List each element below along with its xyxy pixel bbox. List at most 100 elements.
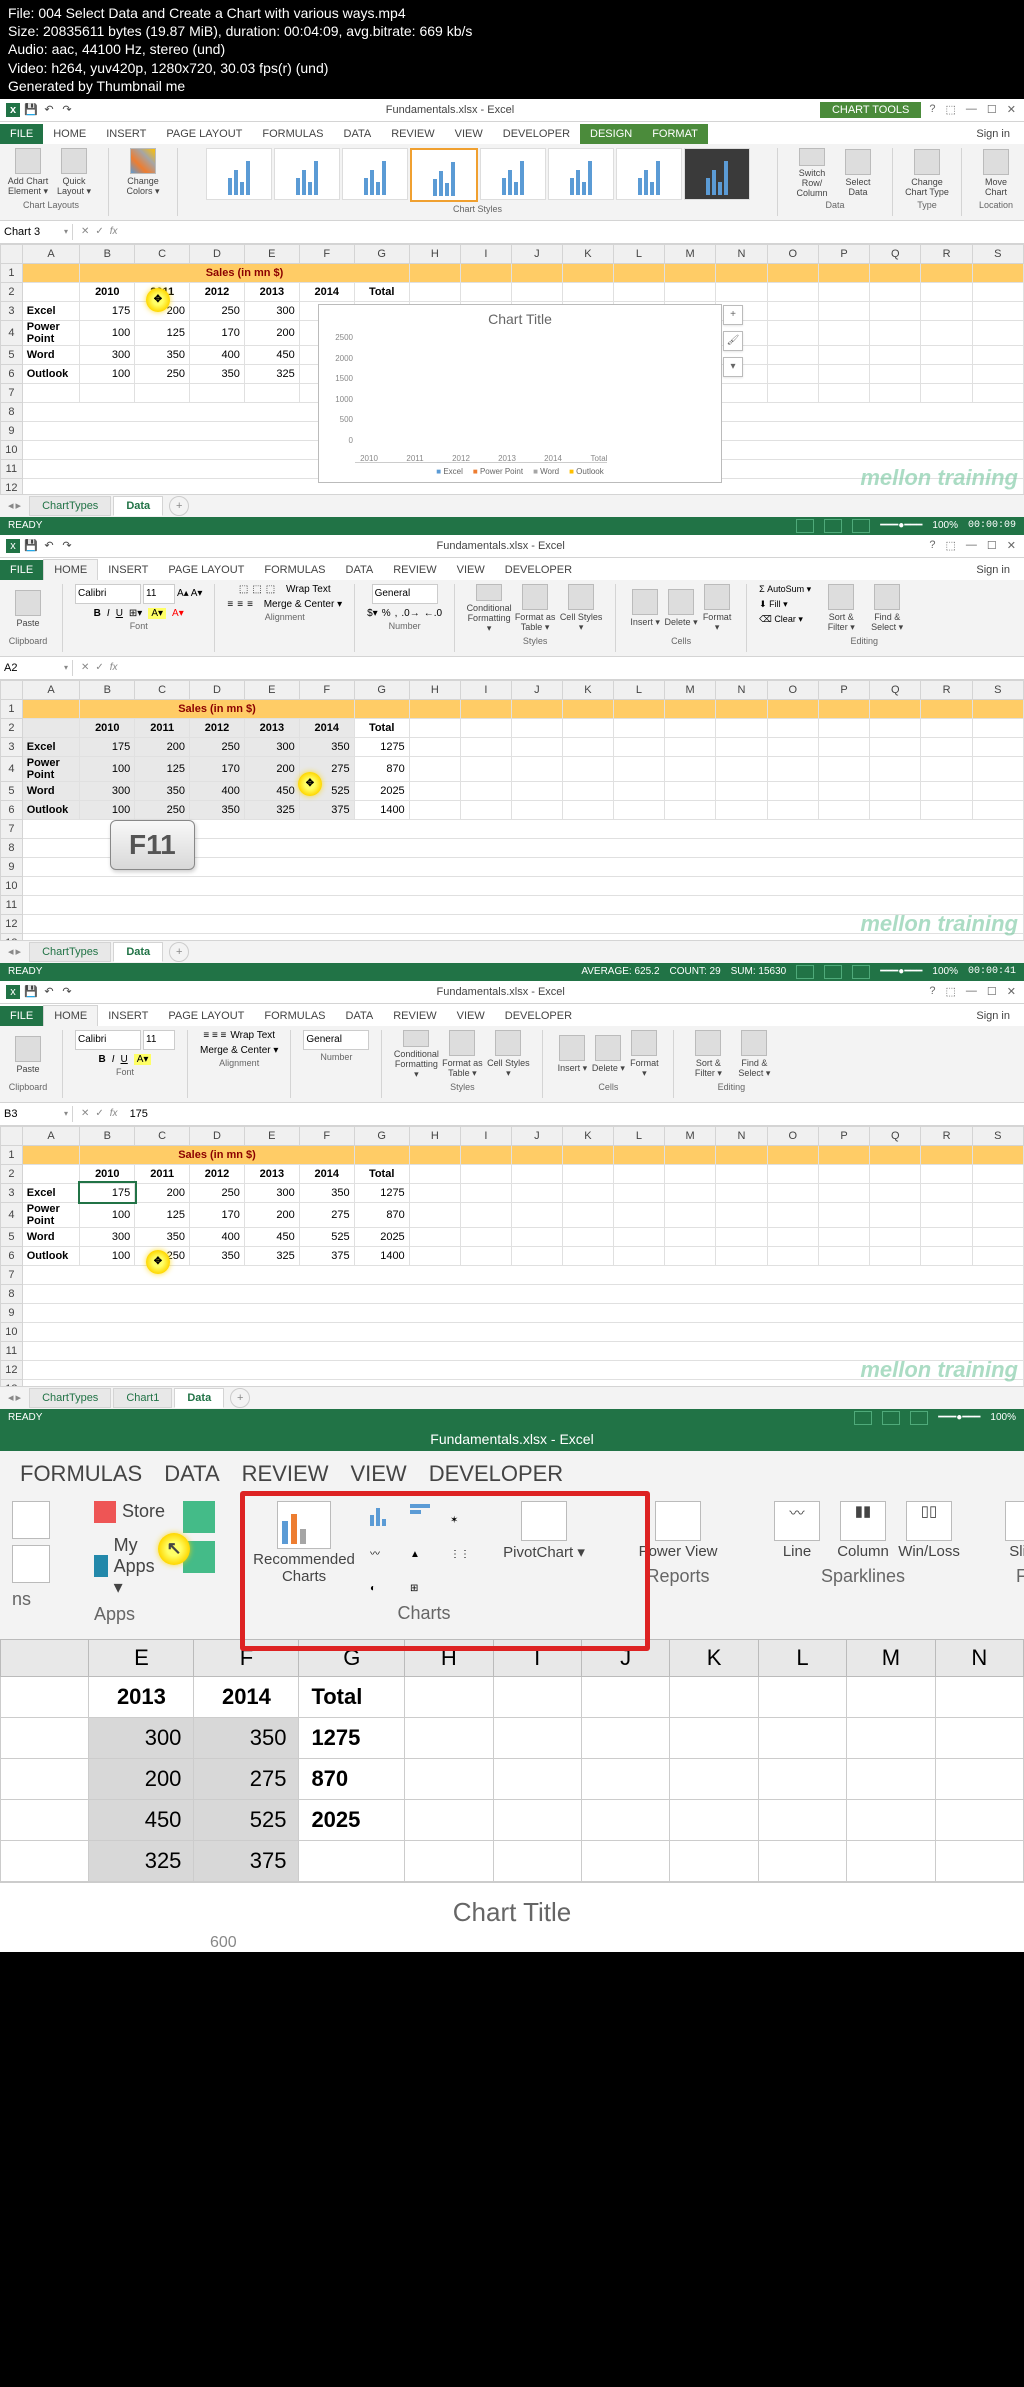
undo-icon[interactable]: ↶ <box>42 539 56 553</box>
view-pagelayout-icon[interactable] <box>824 519 842 533</box>
redo-icon[interactable]: ↷ <box>60 103 74 117</box>
add-chart-element-button[interactable]: Add Chart Element ▾ <box>6 148 50 198</box>
minimize-icon[interactable]: — <box>966 985 977 998</box>
fill-color-button[interactable]: A▾ <box>134 1054 152 1065</box>
tab-insert[interactable]: INSERT <box>98 1006 158 1026</box>
italic-button[interactable]: I <box>112 1054 115 1065</box>
cancel-fx-icon[interactable]: ✕ <box>81 662 89 673</box>
name-box[interactable]: A2▾ <box>0 660 73 676</box>
pivot-table-icon[interactable] <box>12 1501 50 1539</box>
align-bottom-icon[interactable]: ⬚ <box>266 584 275 595</box>
view-normal-icon[interactable] <box>796 965 814 979</box>
sparkline-column-button[interactable]: ▮▮Column <box>833 1501 893 1560</box>
my-apps-button[interactable]: My Apps ▾ ↖ <box>94 1535 165 1598</box>
tab-format[interactable]: FORMAT <box>642 124 708 144</box>
sheet-nav-last-icon[interactable]: ▸ <box>16 1391 22 1404</box>
format-cells-button[interactable]: Format ▾ <box>627 1030 661 1080</box>
chart-style-5[interactable] <box>480 148 546 200</box>
redo-icon[interactable]: ↷ <box>60 985 74 999</box>
sparkline-winloss-button[interactable]: ▯▯Win/Loss <box>899 1501 959 1560</box>
add-sheet-button[interactable]: + <box>230 1388 250 1408</box>
format-cells-button[interactable]: Format ▾ <box>700 584 734 634</box>
merge-center-button[interactable]: Merge & Center ▾ <box>200 1045 278 1056</box>
fx-icon[interactable]: fx <box>110 662 118 673</box>
percent-icon[interactable]: % <box>382 608 391 619</box>
sheet-nav-last-icon[interactable]: ▸ <box>16 499 22 512</box>
tab-formulas[interactable]: FORMULAS <box>252 124 333 144</box>
move-chart-button[interactable]: Move Chart <box>974 148 1018 198</box>
quick-layout-button[interactable]: Quick Layout ▾ <box>52 148 96 198</box>
conditional-formatting-button[interactable]: Conditional Formatting ▾ <box>467 584 511 634</box>
view-pagebreak-icon[interactable] <box>910 1411 928 1425</box>
view-pagebreak-icon[interactable] <box>852 965 870 979</box>
tab-page-layout[interactable]: PAGE LAYOUT <box>158 1006 254 1026</box>
sort-filter-button[interactable]: Sort & Filter ▾ <box>819 584 863 634</box>
add-sheet-button[interactable]: + <box>169 942 189 962</box>
number-format-select[interactable] <box>372 584 438 604</box>
align-center-icon[interactable]: ≡ <box>237 599 243 610</box>
align-icons[interactable]: ≡ ≡ ≡ <box>203 1030 226 1041</box>
tab-file[interactable]: FILE <box>0 1006 43 1026</box>
tab-home[interactable]: HOME <box>43 1005 98 1026</box>
tab-page-layout[interactable]: PAGE LAYOUT <box>156 124 252 144</box>
chart-style-4-selected[interactable] <box>410 148 478 202</box>
name-box[interactable]: Chart 3▾ <box>0 224 73 240</box>
view-normal-icon[interactable] <box>796 519 814 533</box>
tab-data[interactable]: DATA <box>336 1006 384 1026</box>
bar-chart-icon[interactable] <box>407 1501 441 1529</box>
underline-button[interactable]: U <box>116 608 123 619</box>
chart-elements-button[interactable]: + <box>723 305 743 325</box>
undo-icon[interactable]: ↶ <box>42 103 56 117</box>
change-chart-type-button[interactable]: Change Chart Type <box>905 148 949 198</box>
shrink-font-icon[interactable]: A▾ <box>191 588 203 599</box>
bing-maps-icon[interactable] <box>183 1501 215 1533</box>
bold-button[interactable]: B <box>94 608 101 619</box>
tab-home[interactable]: HOME <box>43 124 96 144</box>
help-icon[interactable]: ? <box>929 539 935 552</box>
sign-in-link[interactable]: Sign in <box>962 560 1024 580</box>
fx-icon[interactable]: fx <box>110 1108 118 1119</box>
sheet-tab-data[interactable]: Data <box>113 496 163 516</box>
save-icon[interactable]: 💾 <box>24 985 38 999</box>
line-chart-icon[interactable]: 〰 <box>367 1535 401 1563</box>
tab-insert[interactable]: INSERT <box>98 560 158 580</box>
sign-in-link[interactable]: Sign in <box>962 124 1024 144</box>
font-color-button[interactable]: A▾ <box>172 608 184 619</box>
worksheet-grid-zoomed[interactable]: EFGHIJKLMN 20132014Total 3003501275 2002… <box>0 1639 1024 1882</box>
tab-developer[interactable]: DEVELOPER <box>493 124 580 144</box>
power-view-button[interactable]: Power View <box>633 1501 723 1560</box>
inc-decimal-icon[interactable]: .0→ <box>401 608 419 619</box>
cell-styles-button[interactable]: Cell Styles ▾ <box>559 584 603 634</box>
tab-formulas[interactable]: FORMULAS <box>20 1461 142 1487</box>
font-name-select[interactable] <box>75 584 141 604</box>
view-pagelayout-icon[interactable] <box>882 1411 900 1425</box>
store-button[interactable]: Store <box>94 1501 165 1523</box>
chart-style-6[interactable] <box>548 148 614 200</box>
tab-view[interactable]: VIEW <box>447 560 495 580</box>
underline-button[interactable]: U <box>121 1054 128 1065</box>
tab-developer[interactable]: DEVELOPER <box>495 560 582 580</box>
merge-center-button[interactable]: Merge & Center ▾ <box>264 599 342 610</box>
recommended-charts-button[interactable]: Recommended Charts <box>259 1501 349 1585</box>
tab-design[interactable]: DESIGN <box>580 124 642 144</box>
add-sheet-button[interactable]: + <box>169 496 189 516</box>
bold-button[interactable]: B <box>99 1054 106 1065</box>
formula-bar[interactable] <box>126 230 1024 234</box>
align-middle-icon[interactable]: ⬚ <box>252 584 261 595</box>
close-icon[interactable]: ✕ <box>1007 103 1016 116</box>
minimize-icon[interactable]: — <box>966 103 977 116</box>
cancel-fx-icon[interactable]: ✕ <box>81 226 89 237</box>
enter-fx-icon[interactable]: ✓ <box>95 1108 103 1119</box>
format-as-table-button[interactable]: Format as Table ▾ <box>513 584 557 634</box>
undo-icon[interactable]: ↶ <box>42 985 56 999</box>
sheet-tab-chart1[interactable]: Chart1 <box>113 1388 172 1408</box>
tab-review[interactable]: REVIEW <box>381 124 444 144</box>
tab-review[interactable]: REVIEW <box>383 560 446 580</box>
sheet-tab-data[interactable]: Data <box>113 942 163 962</box>
close-icon[interactable]: ✕ <box>1007 985 1016 998</box>
pivot-chart-button[interactable]: PivotChart ▾ <box>499 1501 589 1561</box>
stock-chart-icon[interactable]: ✶ <box>447 1501 481 1529</box>
chart-style-8[interactable] <box>684 148 750 200</box>
font-size-select[interactable] <box>143 584 175 604</box>
fill-button[interactable]: ⬇ Fill ▾ <box>759 599 811 610</box>
